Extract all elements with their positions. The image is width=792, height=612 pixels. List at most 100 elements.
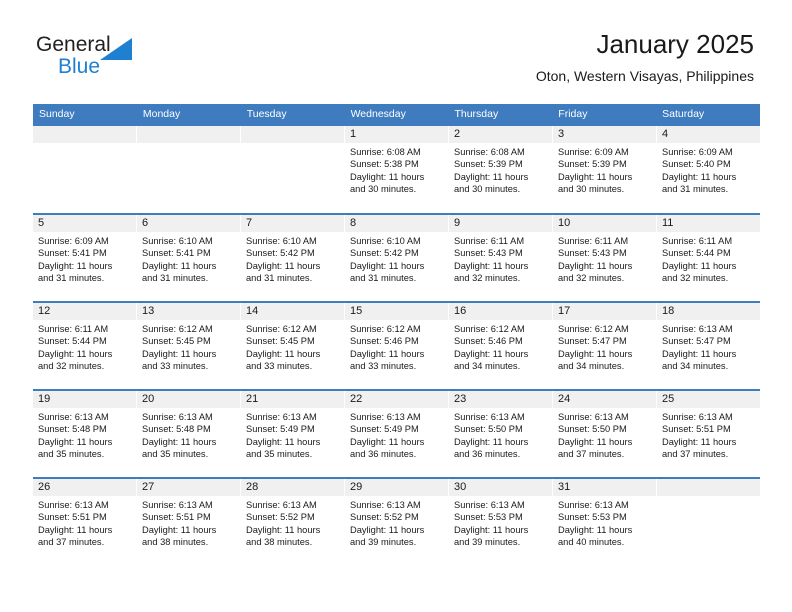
day-number-band: 10: [553, 215, 656, 232]
calendar-day-cell[interactable]: 8 Sunrise: 6:10 AM Sunset: 5:42 PM Daylight…: [345, 215, 448, 301]
day-number: 30: [454, 481, 467, 493]
calendar-day-cell[interactable]: 25 Sunrise: 6:13 AM Sunset: 5:51 PM Dayligh…: [657, 391, 760, 477]
day-sun-info: Sunrise: 6:12 AM Sunset: 5:46 PM Daylight:…: [345, 320, 448, 373]
sunset-time: Sunset: 5:48 PM: [142, 424, 211, 435]
calendar-day-cell[interactable]: 19 Sunrise: 6:13 AM Sunset: 5:48 PM Dayligh…: [33, 391, 136, 477]
calendar-day-cell[interactable]: 3 Sunrise: 6:09 AM Sunset: 5:39 PM Daylight…: [553, 126, 656, 213]
brand-logo[interactable]: General Blue: [36, 33, 176, 83]
day-number-band: 9: [449, 215, 552, 232]
day-number-band: 20: [137, 391, 240, 408]
day-sun-info: Sunrise: 6:09 AM Sunset: 5:41 PM Daylight:…: [33, 232, 136, 285]
daylight-duration-line1: Daylight: 11 hours: [558, 348, 633, 359]
calendar-day-cell[interactable]: 26 Sunrise: 6:13 AM Sunset: 5:51 PM Dayligh…: [33, 479, 136, 565]
day-number: 11: [662, 217, 674, 229]
calendar-day-cell[interactable]: 5 Sunrise: 6:09 AM Sunset: 5:41 PM Daylight…: [33, 215, 136, 301]
calendar-day-cell[interactable]: 28 Sunrise: 6:13 AM Sunset: 5:52 PM Dayligh…: [241, 479, 344, 565]
day-number-band: 30: [449, 479, 552, 496]
weekday-header-friday: Friday: [558, 108, 588, 120]
daylight-duration-line2: and 37 minutes.: [662, 449, 729, 460]
daylight-duration-line2: and 39 minutes.: [454, 537, 521, 548]
calendar-day-cell[interactable]: 23 Sunrise: 6:13 AM Sunset: 5:50 PM Dayligh…: [449, 391, 552, 477]
day-number: 4: [662, 128, 669, 140]
daylight-duration-line1: Daylight: 11 hours: [662, 436, 737, 447]
daylight-duration-line2: and 32 minutes.: [662, 273, 729, 284]
calendar-day-cell[interactable]: 15 Sunrise: 6:12 AM Sunset: 5:46 PM Dayligh…: [345, 303, 448, 389]
sunrise-time: Sunrise: 6:13 AM: [662, 412, 733, 422]
daylight-duration-line2: and 34 minutes.: [558, 361, 625, 372]
day-number-band: 19: [33, 391, 136, 408]
day-number-band: 25: [657, 391, 760, 408]
sunset-time: Sunset: 5:39 PM: [558, 159, 627, 170]
page-subtitle: Oton, Western Visayas, Philippines: [535, 68, 754, 84]
calendar-day-cell[interactable]: 21 Sunrise: 6:13 AM Sunset: 5:49 PM Dayligh…: [241, 391, 344, 477]
sunrise-time: Sunrise: 6:11 AM: [38, 324, 109, 334]
sunset-time: Sunset: 5:40 PM: [662, 159, 731, 170]
calendar-day-cell[interactable]: 6 Sunrise: 6:10 AM Sunset: 5:41 PM Daylight…: [137, 215, 240, 301]
calendar-day-cell[interactable]: 9 Sunrise: 6:11 AM Sunset: 5:43 PM Daylight…: [449, 215, 552, 301]
day-number: 17: [558, 305, 571, 317]
day-sun-info: Sunrise: 6:11 AM Sunset: 5:43 PM Daylight:…: [449, 232, 552, 285]
day-sun-info: Sunrise: 6:13 AM Sunset: 5:51 PM Daylight:…: [137, 496, 240, 549]
daylight-duration-line1: Daylight: 11 hours: [558, 260, 633, 271]
sunrise-time: Sunrise: 6:10 AM: [142, 236, 213, 246]
daylight-duration-line1: Daylight: 11 hours: [142, 348, 217, 359]
daylight-duration-line2: and 33 minutes.: [142, 361, 209, 372]
daylight-duration-line2: and 35 minutes.: [38, 449, 105, 460]
day-number-band: 16: [449, 303, 552, 320]
calendar-day-cell[interactable]: 22 Sunrise: 6:13 AM Sunset: 5:49 PM Dayligh…: [345, 391, 448, 477]
calendar-day-cell[interactable]: 4 Sunrise: 6:09 AM Sunset: 5:40 PM Daylight…: [657, 126, 760, 213]
sunrise-time: Sunrise: 6:13 AM: [142, 412, 213, 422]
daylight-duration-line1: Daylight: 11 hours: [662, 348, 737, 359]
calendar-day-cell[interactable]: 31 Sunrise: 6:13 AM Sunset: 5:53 PM Dayligh…: [553, 479, 656, 565]
day-number: 19: [38, 393, 51, 405]
calendar-day-cell[interactable]: 13 Sunrise: 6:12 AM Sunset: 5:45 PM Dayligh…: [137, 303, 240, 389]
calendar-week-row: 5 Sunrise: 6:09 AM Sunset: 5:41 PM Daylight…: [33, 213, 760, 301]
sunrise-time: Sunrise: 6:13 AM: [558, 500, 629, 510]
calendar-day-cell[interactable]: 27 Sunrise: 6:13 AM Sunset: 5:51 PM Dayligh…: [137, 479, 240, 565]
day-number-band: 7: [241, 215, 344, 232]
brand-triangle-icon: [98, 38, 132, 60]
day-number-band: [33, 126, 136, 143]
day-number-band: 15: [345, 303, 448, 320]
sunset-time: Sunset: 5:48 PM: [38, 424, 107, 435]
day-number: 25: [662, 393, 675, 405]
sunrise-time: Sunrise: 6:12 AM: [350, 324, 421, 334]
day-sun-info: Sunrise: 6:13 AM Sunset: 5:51 PM Daylight:…: [657, 408, 760, 461]
sunset-time: Sunset: 5:51 PM: [662, 424, 731, 435]
daylight-duration-line1: Daylight: 11 hours: [38, 524, 113, 535]
daylight-duration-line1: Daylight: 11 hours: [662, 171, 737, 182]
calendar-day-cell[interactable]: 1 Sunrise: 6:08 AM Sunset: 5:38 PM Daylight…: [345, 126, 448, 213]
day-number-band: 31: [553, 479, 656, 496]
daylight-duration-line2: and 38 minutes.: [246, 537, 313, 548]
day-sun-info: Sunrise: 6:10 AM Sunset: 5:41 PM Daylight:…: [137, 232, 240, 285]
calendar-day-cell[interactable]: 18 Sunrise: 6:13 AM Sunset: 5:47 PM Dayligh…: [657, 303, 760, 389]
daylight-duration-line1: Daylight: 11 hours: [350, 436, 425, 447]
calendar-day-cell[interactable]: 17 Sunrise: 6:12 AM Sunset: 5:47 PM Dayligh…: [553, 303, 656, 389]
daylight-duration-line1: Daylight: 11 hours: [142, 260, 217, 271]
calendar-day-cell[interactable]: 11 Sunrise: 6:11 AM Sunset: 5:44 PM Dayligh…: [657, 215, 760, 301]
calendar-day-cell[interactable]: 29 Sunrise: 6:13 AM Sunset: 5:52 PM Dayligh…: [345, 479, 448, 565]
day-sun-info: Sunrise: 6:13 AM Sunset: 5:49 PM Daylight:…: [241, 408, 344, 461]
day-sun-info: Sunrise: 6:12 AM Sunset: 5:45 PM Daylight:…: [241, 320, 344, 373]
calendar-day-cell[interactable]: 14 Sunrise: 6:12 AM Sunset: 5:45 PM Dayligh…: [241, 303, 344, 389]
daylight-duration-line2: and 30 minutes.: [350, 184, 417, 195]
day-number-band: 22: [345, 391, 448, 408]
calendar-day-cell[interactable]: 20 Sunrise: 6:13 AM Sunset: 5:48 PM Dayligh…: [137, 391, 240, 477]
sunrise-time: Sunrise: 6:08 AM: [350, 147, 421, 157]
calendar-day-cell[interactable]: 2 Sunrise: 6:08 AM Sunset: 5:39 PM Daylight…: [449, 126, 552, 213]
calendar-day-cell[interactable]: 10 Sunrise: 6:11 AM Sunset: 5:43 PM Dayligh…: [553, 215, 656, 301]
calendar-day-cell[interactable]: 16 Sunrise: 6:12 AM Sunset: 5:46 PM Dayligh…: [449, 303, 552, 389]
daylight-duration-line2: and 31 minutes.: [662, 184, 729, 195]
calendar-day-cell[interactable]: 12 Sunrise: 6:11 AM Sunset: 5:44 PM Dayligh…: [33, 303, 136, 389]
calendar-day-cell-empty: [137, 126, 240, 213]
calendar-week-row: 19 Sunrise: 6:13 AM Sunset: 5:48 PM Dayligh…: [33, 389, 760, 477]
calendar-day-cell[interactable]: 7 Sunrise: 6:10 AM Sunset: 5:42 PM Daylight…: [241, 215, 344, 301]
daylight-duration-line1: Daylight: 11 hours: [350, 348, 425, 359]
sunrise-time: Sunrise: 6:13 AM: [454, 500, 525, 510]
day-number-band: [241, 126, 344, 143]
daylight-duration-line1: Daylight: 11 hours: [246, 436, 321, 447]
sunrise-time: Sunrise: 6:09 AM: [38, 236, 109, 246]
daylight-duration-line1: Daylight: 11 hours: [558, 436, 633, 447]
calendar-day-cell[interactable]: 30 Sunrise: 6:13 AM Sunset: 5:53 PM Dayligh…: [449, 479, 552, 565]
calendar-day-cell[interactable]: 24 Sunrise: 6:13 AM Sunset: 5:50 PM Dayligh…: [553, 391, 656, 477]
